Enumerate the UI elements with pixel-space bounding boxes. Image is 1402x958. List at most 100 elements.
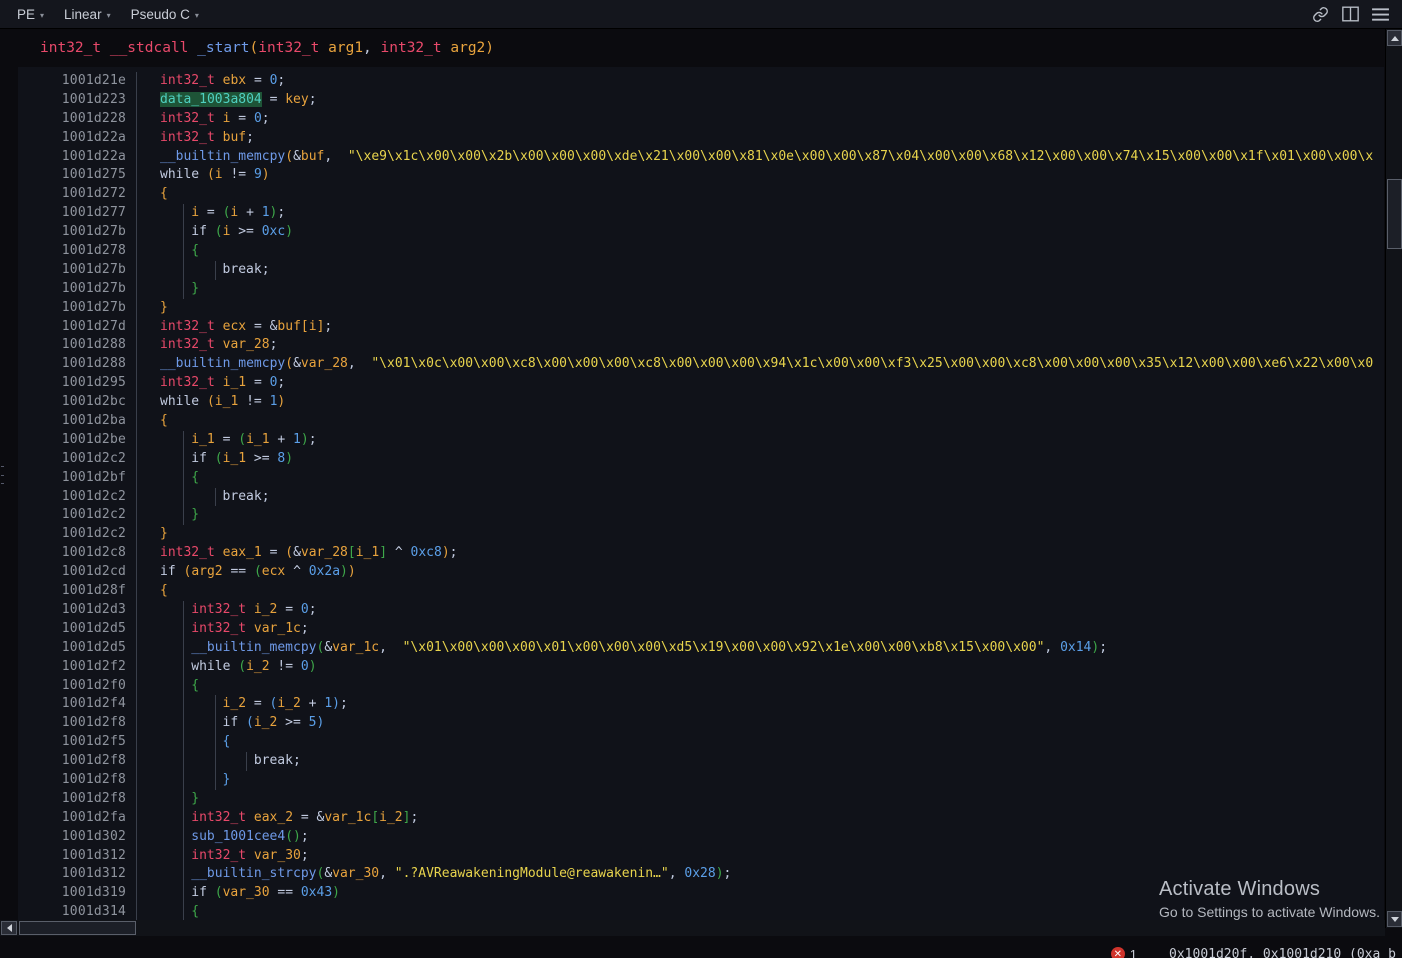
code-token-punct[interactable]: ; <box>410 810 418 825</box>
code-line[interactable]: 1001d275 while (i != 9) <box>18 166 1384 186</box>
code-token-var[interactable]: var_1c <box>324 810 371 825</box>
code-token-b2[interactable]: ( <box>238 432 246 447</box>
code-line[interactable]: 1001d2f8 if (i_2 >= 5) <box>18 714 1384 734</box>
line-address[interactable]: 1001d22a <box>18 148 136 167</box>
line-address[interactable]: 1001d272 <box>18 185 136 204</box>
code-line[interactable]: 1001d312 int32_t var_30; <box>18 846 1384 866</box>
code-token-b2[interactable]: { <box>191 243 199 258</box>
code-token-b2[interactable]: ( <box>285 829 293 844</box>
code-token-plain[interactable] <box>246 451 254 466</box>
code-token-b1[interactable]: ( <box>207 167 215 182</box>
code-token-op[interactable]: = <box>238 111 246 126</box>
code-token-b2[interactable]: ( <box>254 564 262 579</box>
line-code[interactable]: int32_t i_2 = 0; <box>154 600 1384 620</box>
code-token-op[interactable]: & <box>293 149 301 164</box>
code-token-b2[interactable]: ) <box>285 224 293 239</box>
code-token-punct[interactable]: ; <box>324 319 332 334</box>
code-token-kw[interactable]: if <box>160 564 176 579</box>
line-code[interactable]: if (var_30 == 0x43) <box>154 884 1384 904</box>
code-token-plain[interactable] <box>207 451 215 466</box>
code-token-b1[interactable]: } <box>160 300 168 315</box>
code-token-var[interactable]: var_28 <box>301 545 348 560</box>
code-token-plain[interactable] <box>262 319 270 334</box>
line-code[interactable]: __builtin_strcpy(&var_30, ".?AVReawakeni… <box>154 865 1384 885</box>
code-token-type[interactable]: int32_t <box>160 319 215 334</box>
code-token-plain[interactable] <box>293 885 301 900</box>
code-token-b2[interactable]: ] <box>379 545 387 560</box>
code-token-plain[interactable] <box>246 696 254 711</box>
line-code[interactable]: while (i_2 != 0) <box>154 657 1384 677</box>
hamburger-menu-icon[interactable] <box>1367 2 1393 26</box>
line-address[interactable]: 1001d2f2 <box>18 658 136 677</box>
code-token-plain[interactable] <box>207 224 215 239</box>
code-token-plain[interactable] <box>215 205 223 220</box>
code-token-op[interactable]: != <box>230 167 246 182</box>
line-code[interactable]: int32_t eax_1 = (&var_28[i_1] ^ 0xc8); <box>154 544 1384 563</box>
code-token-op[interactable]: & <box>324 866 332 881</box>
code-token-plain[interactable] <box>246 73 254 88</box>
code-token-punct[interactable]: , <box>669 866 685 881</box>
line-code[interactable]: if (i_1 >= 8) <box>154 449 1384 469</box>
line-code[interactable]: if (i_2 >= 5) <box>154 714 1384 734</box>
line-address[interactable]: 1001d28f <box>18 582 136 601</box>
code-token-b1[interactable]: ( <box>285 356 293 371</box>
line-address[interactable]: 1001d2d5 <box>18 639 136 658</box>
code-token-punct[interactable]: ; <box>1099 640 1107 655</box>
line-code[interactable]: if (i >= 0xc) <box>154 223 1384 243</box>
vertical-scrollbar-thumb[interactable] <box>1387 179 1402 249</box>
line-address[interactable]: 1001d22a <box>18 129 136 148</box>
code-token-plain[interactable] <box>293 810 301 825</box>
code-token-var[interactable]: i_1 <box>223 375 246 390</box>
code-token-var[interactable]: var_30 <box>223 885 270 900</box>
code-token-fn[interactable]: _start <box>197 40 249 56</box>
code-token-op[interactable]: & <box>293 545 301 560</box>
code-token-type[interactable]: int32_t <box>40 40 101 56</box>
line-code[interactable]: { <box>154 242 1384 261</box>
code-token-var[interactable]: arg2 <box>191 564 222 579</box>
code-token-plain[interactable] <box>254 205 262 220</box>
code-line[interactable]: 1001d2c2} <box>18 506 1384 526</box>
code-token-plain[interactable] <box>246 810 254 825</box>
code-token-b1[interactable]: ) <box>277 394 285 409</box>
code-token-var[interactable]: i <box>191 205 199 220</box>
code-token-b1[interactable]: ( <box>207 394 215 409</box>
code-token-plain[interactable] <box>293 659 301 674</box>
line-address[interactable]: 1001d2f5 <box>18 733 136 752</box>
code-token-var[interactable]: i_2 <box>246 659 269 674</box>
code-token-punct[interactable]: ; <box>277 375 285 390</box>
code-token-plain[interactable] <box>285 564 293 579</box>
code-token-var[interactable]: arg1 <box>328 40 363 56</box>
code-token-b1[interactable]: ( <box>250 40 259 56</box>
code-token-punct[interactable]: ; <box>301 829 309 844</box>
line-address[interactable]: 1001d228 <box>18 110 136 129</box>
code-line[interactable]: 1001d312 __builtin_strcpy(&var_30, ".?AVR… <box>18 865 1384 885</box>
code-token-type[interactable]: int32_t <box>258 40 319 56</box>
code-token-var[interactable]: i_1 <box>246 432 269 447</box>
code-token-op[interactable]: = <box>254 375 262 390</box>
code-line[interactable]: 1001d2be i_1 = (i_1 + 1); <box>18 430 1384 450</box>
code-line[interactable]: 1001d2fa int32_t eax_2 = &var_1c[i_2]; <box>18 808 1384 828</box>
code-token-kw[interactable]: if <box>223 715 239 730</box>
code-token-op[interactable]: = <box>285 602 293 617</box>
code-token-plain[interactable] <box>301 564 309 579</box>
code-token-b1[interactable]: [ <box>301 319 309 334</box>
code-line[interactable]: 1001d28f { <box>18 582 1384 601</box>
line-code[interactable]: __builtin_memcpy(&var_28, "\x01\x0c\x00\… <box>154 355 1384 374</box>
code-line[interactable]: 1001d319 if (var_30 == 0x43) <box>18 884 1384 904</box>
line-code[interactable]: if (arg2 == (ecx ^ 0x2a)) <box>154 563 1384 582</box>
line-code[interactable]: while (i != 9) <box>154 166 1384 185</box>
line-address[interactable]: 1001d2be <box>18 431 136 450</box>
code-token-b2[interactable]: } <box>191 791 199 806</box>
code-line[interactable]: 1001d302 sub_1001cee4(); <box>18 827 1384 847</box>
code-token-b3[interactable]: } <box>223 772 231 787</box>
scroll-down-button[interactable] <box>1387 911 1402 927</box>
code-token-var[interactable]: i_2 <box>277 696 300 711</box>
line-address[interactable]: 1001d2f4 <box>18 695 136 714</box>
code-token-op[interactable]: == <box>277 885 293 900</box>
line-address[interactable]: 1001d27b <box>18 280 136 299</box>
code-token-var[interactable]: var_28 <box>223 337 270 352</box>
line-code[interactable]: __builtin_memcpy(&buf, "\xe9\x1c\x00\x00… <box>154 148 1384 167</box>
code-token-punct[interactable]: ; <box>293 753 301 768</box>
line-address[interactable]: 1001d2c8 <box>18 544 136 563</box>
code-token-plain[interactable] <box>207 885 215 900</box>
